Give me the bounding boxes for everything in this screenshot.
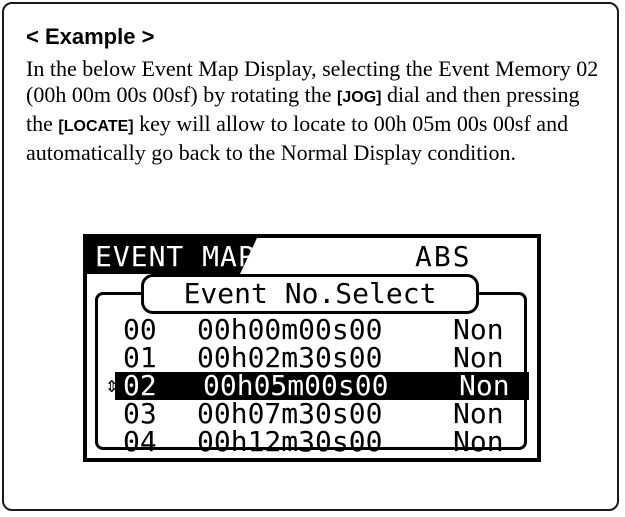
event-number: 00 bbox=[123, 313, 157, 346]
event-time: 00h07m30s00 bbox=[197, 397, 383, 430]
event-number: 04 bbox=[123, 425, 157, 458]
event-time: 00h12m30s00 bbox=[197, 425, 383, 458]
event-status: Non bbox=[453, 397, 504, 430]
lcd-subtitle: Event No.Select bbox=[183, 277, 437, 310]
lcd-mode-indicator: ABS bbox=[415, 240, 472, 273]
event-status: Non bbox=[453, 425, 504, 458]
jog-key-label: [JOG] bbox=[337, 89, 382, 106]
selection-cursor-icon: ⇕ bbox=[105, 373, 119, 398]
event-row-selected[interactable]: ⇕ 02 00h05m00s00 Non bbox=[105, 369, 529, 402]
event-row[interactable]: 00 00h00m00s00 Non bbox=[109, 316, 529, 344]
example-paragraph: In the below Event Map Display, selectin… bbox=[26, 56, 604, 166]
example-heading: < Example > bbox=[26, 24, 155, 49]
locate-key-label: [LOCATE] bbox=[58, 118, 134, 135]
event-status: Non bbox=[459, 369, 510, 402]
event-time: 00h05m00s00 bbox=[203, 369, 389, 402]
event-time: 00h02m30s00 bbox=[197, 341, 383, 374]
event-row[interactable]: 01 00h02m30s00 Non bbox=[109, 344, 529, 372]
event-number: 03 bbox=[123, 397, 157, 430]
event-map-display: EVENT MAP ABS Event No.Select 00 00h00m00… bbox=[83, 234, 541, 462]
lcd-subtitle-box: Event No.Select bbox=[141, 274, 479, 314]
event-row[interactable]: 03 00h07m30s00 Non bbox=[109, 400, 529, 428]
event-number: 02 bbox=[123, 369, 157, 402]
event-time: 00h00m00s00 bbox=[197, 313, 383, 346]
lcd-title: EVENT MAP bbox=[95, 240, 256, 273]
event-status: Non bbox=[453, 341, 504, 374]
event-number: 01 bbox=[123, 341, 157, 374]
lcd-title-bar: EVENT MAP bbox=[87, 238, 257, 274]
event-row[interactable]: 04 00h12m30s00 Non bbox=[109, 428, 529, 456]
event-status: Non bbox=[453, 313, 504, 346]
event-list: 00 00h00m00s00 Non 01 00h02m30s00 Non ⇕ 02 00h05… bbox=[105, 316, 529, 456]
